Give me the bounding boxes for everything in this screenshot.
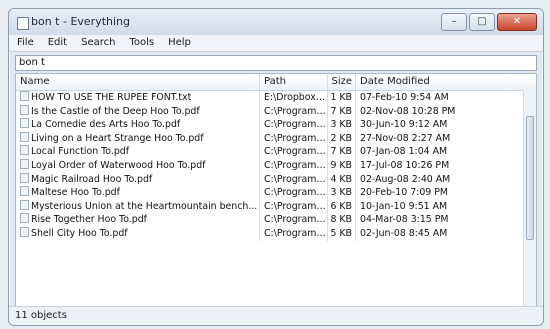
column-size-header[interactable]: Size [328,74,356,90]
table-row[interactable]: Loyal Order of Waterwood Hoo To.pdf C:\Pr… [16,158,536,173]
menu-file[interactable]: File [15,35,36,51]
window-controls: – □ ✕ [441,13,537,31]
file-path: C:\Program Fil... [260,199,328,214]
file-name: Magic Railroad Hoo To.pdf [31,173,153,185]
file-path: C:\Program Fil... [260,131,328,146]
table-row[interactable]: Is the Castle of the Deep Hoo To.pdf C:\P… [16,104,536,119]
search-input[interactable]: bon t [15,55,537,71]
file-size: 2 KB [328,131,356,146]
file-size: 5 KB [328,226,356,241]
file-icon [20,118,29,129]
file-icon [20,199,29,210]
file-size: 3 KB [328,186,356,200]
minimize-button[interactable]: – [441,13,467,31]
file-path: C:\Program Fil... [260,186,328,200]
file-date: 02-Nov-08 10:28 PM [360,105,456,117]
column-date-header[interactable]: Date Modified [356,74,536,90]
menu-search[interactable]: Search [79,35,117,51]
menu-bar: File Edit Search Tools Help [9,35,543,52]
table-row[interactable]: Living on a Heart Strange Hoo To.pdf C:\P… [16,131,536,146]
file-name: HOW TO USE THE RUPEE FONT.txt [31,92,192,103]
file-date: 10-Jan-10 9:51 AM [360,200,448,212]
column-name-header[interactable]: Name [16,74,260,90]
file-date: 07-Jan-08 1:04 AM [360,146,448,158]
file-name: Local Function To.pdf [31,146,130,158]
file-path: C:\Program Fil... [260,226,328,241]
file-icon [20,145,29,156]
app-icon [17,17,29,30]
table-row[interactable]: Mysterious Union at the Heartmountain be… [16,199,536,214]
file-icon [20,91,29,101]
file-icon [20,104,29,115]
table-row[interactable]: Shell City Hoo To.pdf C:\Program Fil...5 … [16,226,536,241]
file-date: 02-Aug-08 2:40 AM [360,173,451,185]
file-icon [20,172,29,183]
title-bar[interactable]: bon t - Everything – □ ✕ [9,9,543,35]
file-path: C:\Program Fil... [260,118,328,132]
table-row[interactable]: Rise Together Hoo To.pdf C:\Program Fil..… [16,213,536,227]
file-size: 8 KB [328,213,356,227]
table-row[interactable]: La Comedie des Arts Hoo To.pdf C:\Program… [16,118,536,132]
file-date: 02-Jun-08 8:45 AM [360,227,448,239]
table-row[interactable]: Magic Railroad Hoo To.pdf C:\Program Fil.… [16,172,536,187]
file-size: 1 KB [328,91,356,105]
file-path: C:\Program Fil... [260,158,328,173]
file-icon [20,131,29,142]
file-date: 20-Feb-10 7:09 PM [360,187,448,199]
file-size: 6 KB [328,199,356,214]
file-icon [20,158,29,169]
file-size: 9 KB [328,158,356,173]
file-name: Rise Together Hoo To.pdf [31,214,147,226]
table-row[interactable]: Maltese Hoo To.pdf C:\Program Fil...3 KB 2… [16,186,536,200]
file-size: 3 KB [328,118,356,132]
file-date: 27-Nov-08 2:27 AM [360,132,451,144]
column-header: Name Path Size Date Modified [16,74,536,91]
file-date: 07-Feb-10 9:54 AM [360,92,449,103]
file-path: E:\Dropbox\A... [260,91,328,105]
scrollbar-thumb[interactable] [526,116,534,240]
file-icon [20,213,29,224]
vertical-scrollbar[interactable] [523,90,536,306]
file-size: 7 KB [328,145,356,159]
file-name: Maltese Hoo To.pdf [31,187,120,199]
file-name: Shell City Hoo To.pdf [31,227,128,239]
everything-window: bon t - Everything – □ ✕ File Edit Searc… [8,8,544,326]
window-title: bon t - Everything [31,15,131,28]
file-path: C:\Program Fil... [260,172,328,187]
file-name: Loyal Order of Waterwood Hoo To.pdf [31,159,206,171]
results-list: Name Path Size Date Modified HOW TO USE … [15,73,537,307]
file-path: C:\Program Fil... [260,145,328,159]
file-name: Living on a Heart Strange Hoo To.pdf [31,132,204,144]
file-size: 4 KB [328,172,356,187]
file-name: Is the Castle of the Deep Hoo To.pdf [31,105,200,117]
status-bar: 11 objects [9,306,543,325]
file-name: La Comedie des Arts Hoo To.pdf [31,119,181,131]
table-row[interactable]: Local Function To.pdf C:\Program Fil...7 … [16,145,536,159]
file-icon [20,226,29,237]
file-date: 30-Jun-10 9:12 AM [360,119,448,131]
menu-help[interactable]: Help [166,35,193,51]
file-path: C:\Program Fil... [260,213,328,227]
file-name: Mysterious Union at the Heartmountain be… [31,200,258,212]
close-button[interactable]: ✕ [497,13,537,31]
file-size: 7 KB [328,104,356,119]
menu-edit[interactable]: Edit [46,35,69,51]
file-path: C:\Program Fil... [260,104,328,119]
table-row[interactable]: HOW TO USE THE RUPEE FONT.txt E:\Dropbox\… [16,91,536,105]
menu-tools[interactable]: Tools [127,35,156,51]
file-date: 17-Jul-08 10:26 PM [360,159,450,171]
column-path-header[interactable]: Path [260,74,328,90]
file-date: 04-Mar-08 3:15 PM [360,214,449,226]
maximize-button[interactable]: □ [469,13,495,31]
file-icon [20,186,29,197]
